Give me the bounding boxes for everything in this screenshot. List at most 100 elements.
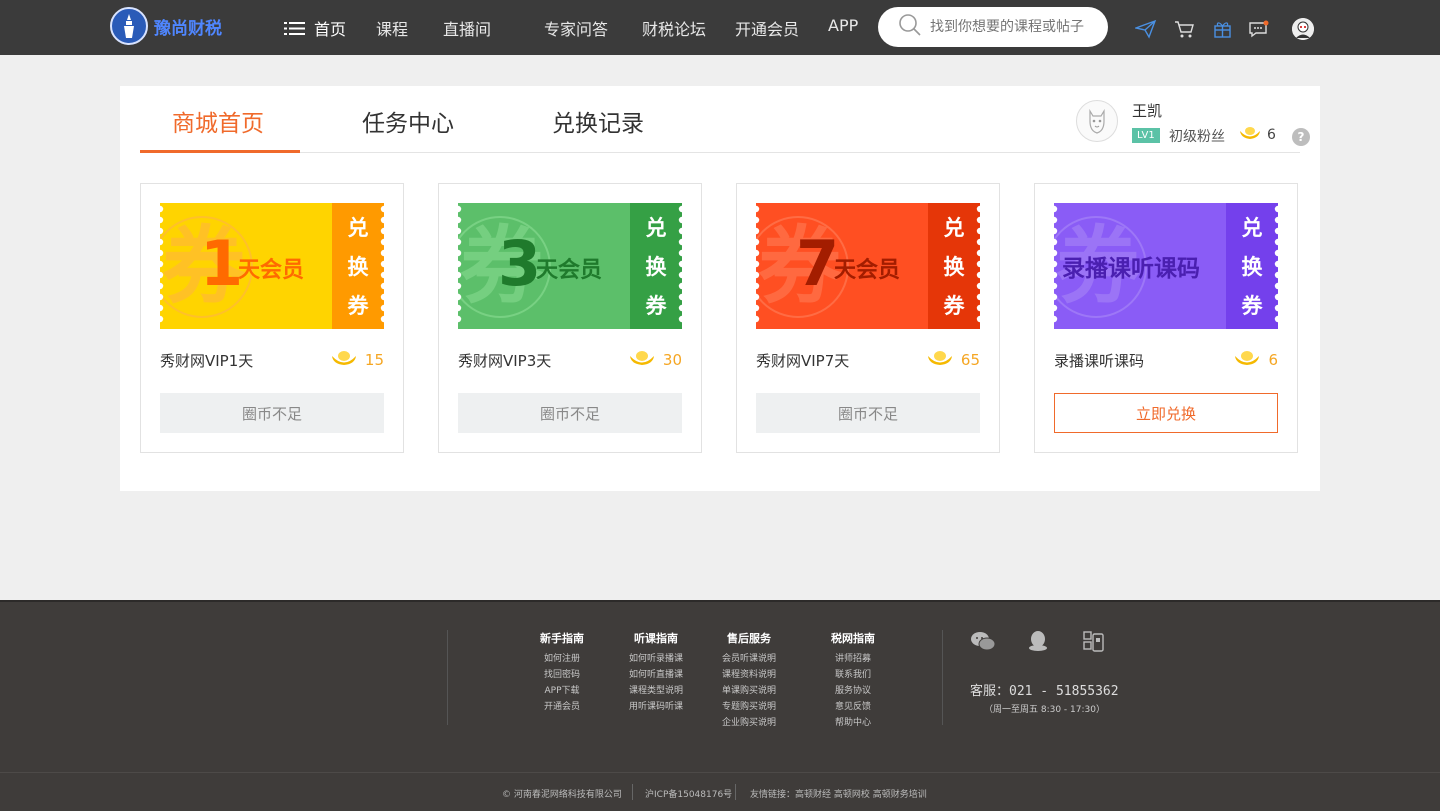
footer-link[interactable]: 企业购买说明 [720,715,778,731]
ticket-side-char: 券 [944,294,966,318]
footer-separator [735,784,736,800]
footer-separator [632,784,633,800]
footer-link[interactable]: 找回密码 [540,667,584,683]
ticket-side-char: 换 [646,255,668,279]
search-input[interactable] [930,19,1100,35]
friend-links[interactable]: 友情链接：高顿财经 高顿网校 高顿财务培训 [750,787,927,800]
footer-link[interactable]: 意见反馈 [830,699,876,715]
footer-link[interactable]: 课程资料说明 [720,667,778,683]
footer-link[interactable]: 专题购买说明 [720,699,778,715]
ticket-label: 天会员 [238,257,304,283]
nav-open-membership[interactable]: 开通会员 [735,16,799,40]
footer-link[interactable]: 如何注册 [540,651,584,667]
ticket-side-char: 换 [1242,255,1264,279]
coin-balance: 6 [1239,126,1276,144]
product-price: 6 [1234,350,1278,370]
footer-column-after-sales: 售后服务 会员听课说明 课程资料说明 单课购买说明 专题购买说明 企业购买说明 [720,630,778,731]
voucher-ticket-image: 券 录播课听课码 兑 换 券 [1054,203,1278,329]
nav-live-room[interactable]: 直播间 [443,16,491,40]
ticket-number: 1 [200,227,243,300]
footer-link[interactable]: 单课购买说明 [720,683,778,699]
tab-task-center[interactable]: 任务中心 [362,104,454,138]
site-logo[interactable]: 豫尚财税 [110,6,222,46]
footer-column-listening: 听课指南 如何听录播课 如何听直播课 课程类型说明 用听课码听课 [626,630,686,715]
footer-link[interactable]: 如何听录播课 [626,651,686,667]
ticket-number: 7 [796,227,839,300]
help-icon[interactable]: ? [1292,128,1310,146]
mobile-qr-icon[interactable] [1082,630,1106,652]
nav-app[interactable]: APP [828,16,858,35]
footer-link[interactable]: 会员听课说明 [720,651,778,667]
price-value: 6 [1268,351,1278,369]
product-card[interactable]: 券 7 天会员 兑 换 券 秀财网VIP7天 65 圈币不足 [736,183,1000,453]
mall-panel: 商城首页 任务中心 兑换记录 王凯 LV1 初级粉丝 6 ? 券 1 天会员 兑… [120,86,1320,491]
footer-divider [447,630,448,725]
insufficient-coins-button[interactable]: 圈币不足 [160,393,384,433]
footer-bottom-divider [0,772,1440,773]
footer-link[interactable]: 讲师招募 [830,651,876,667]
product-name: 秀财网VIP7天 [756,352,850,370]
insufficient-coins-button[interactable]: 圈币不足 [756,393,980,433]
voucher-ticket-image: 券 1 天会员 兑 换 券 [160,203,384,329]
product-name: 录播课听课码 [1054,352,1145,370]
redeem-now-button[interactable]: 立即兑换 [1054,393,1278,433]
site-footer: 新手指南 如何注册 找回密码 APP下载 开通会员 听课指南 如何听录播课 如何… [0,600,1440,811]
qq-icon[interactable] [1026,630,1050,652]
gift-icon[interactable] [1212,19,1234,39]
footer-divider [942,630,943,725]
level-name: 初级粉丝 [1169,129,1225,145]
gold-ingot-icon [629,350,655,370]
nav-home[interactable]: 首页 [284,16,346,40]
voucher-ticket-image: 券 3 天会员 兑 换 券 [458,203,682,329]
nav-home-label: 首页 [314,20,347,39]
icp-number[interactable]: 沪ICP备15048176号 [645,787,732,800]
product-price: 15 [331,350,384,370]
nav-expert-qa[interactable]: 专家问答 [544,16,608,40]
ticket-side-char: 换 [944,255,966,279]
chat-icon[interactable] [1248,19,1270,39]
search-icon[interactable] [898,13,922,41]
shopping-cart-icon[interactable] [1174,19,1196,39]
product-card[interactable]: 券 1 天会员 兑 换 券 秀财网VIP1天 15 圈币不足 [140,183,404,453]
menu-list-icon [284,21,305,36]
footer-column-tax-guide: 税网指南 讲师招募 联系我们 服务协议 意见反馈 帮助中心 [830,630,876,731]
gold-ingot-icon [331,350,357,370]
footer-column-title: 售后服务 [727,632,771,645]
footer-link[interactable]: 联系我们 [830,667,876,683]
ticket-side-char: 兑 [944,216,965,240]
product-card[interactable]: 券 录播课听课码 兑 换 券 录播课听课码 6 立即兑换 [1034,183,1298,453]
send-message-icon[interactable] [1133,19,1157,39]
price-value: 65 [960,351,980,369]
footer-link[interactable]: 用听课码听课 [626,699,686,715]
ticket-label: 天会员 [536,257,602,283]
active-tab-indicator [140,150,300,153]
footer-link[interactable]: 开通会员 [540,699,584,715]
wechat-icon[interactable] [970,630,996,652]
ticket-number: 3 [498,227,541,300]
mall-tabs: 商城首页 任务中心 兑换记录 王凯 LV1 初级粉丝 6 ? [140,86,1310,153]
footer-link[interactable]: 服务协议 [830,683,876,699]
tab-mall-home[interactable]: 商城首页 [172,104,264,138]
ticket-label: 天会员 [834,257,900,283]
service-hours: （周一至周五 8:30 - 17:30） [984,705,1105,715]
ticket-side-char: 兑 [646,216,667,240]
customer-service-hotline: 客服：021 - 51855362 [970,684,1119,699]
gold-ingot-icon [1239,126,1261,144]
footer-link[interactable]: 课程类型说明 [626,683,686,699]
product-card[interactable]: 券 3 天会员 兑 换 券 秀财网VIP3天 30 圈币不足 [438,183,702,453]
copyright-text: © 河南春泥网络科技有限公司 [502,790,622,800]
product-name: 秀财网VIP3天 [458,352,552,370]
tab-exchange-records[interactable]: 兑换记录 [552,104,644,138]
product-price: 30 [629,350,682,370]
user-avatar[interactable] [1076,100,1118,142]
insufficient-coins-button[interactable]: 圈币不足 [458,393,682,433]
nav-courses[interactable]: 课程 [376,16,408,40]
product-price: 65 [927,350,980,370]
user-avatar-small[interactable] [1292,18,1314,40]
logo-emblem-icon [110,7,148,45]
ticket-side-char: 换 [348,255,370,279]
footer-link[interactable]: APP下载 [540,683,584,699]
footer-link[interactable]: 如何听直播课 [626,667,686,683]
nav-tax-forum[interactable]: 财税论坛 [642,16,706,40]
footer-link[interactable]: 帮助中心 [830,715,876,731]
